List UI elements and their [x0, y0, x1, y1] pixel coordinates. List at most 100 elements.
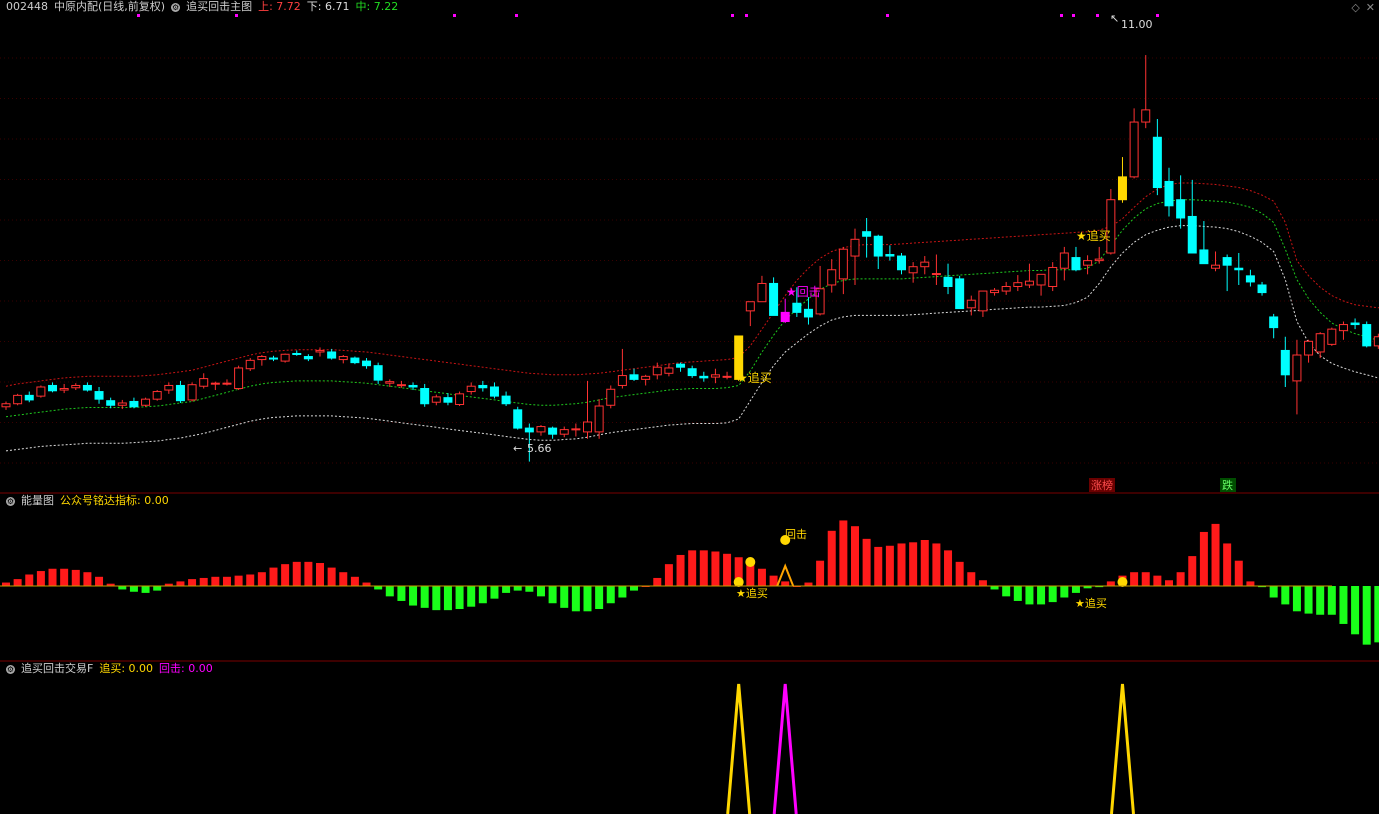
candle[interactable] — [94, 386, 104, 404]
candle[interactable] — [36, 385, 46, 398]
candle[interactable] — [594, 399, 604, 439]
candle[interactable] — [990, 288, 1000, 296]
candle[interactable] — [920, 256, 930, 275]
candle[interactable] — [850, 228, 860, 285]
candle[interactable] — [710, 368, 720, 384]
candle[interactable] — [13, 393, 23, 406]
candle[interactable] — [931, 254, 941, 285]
candle[interactable] — [978, 290, 988, 317]
candle[interactable] — [59, 383, 69, 394]
candle[interactable] — [513, 406, 523, 430]
candle[interactable] — [629, 368, 639, 381]
candle[interactable] — [1304, 339, 1314, 363]
candle[interactable] — [234, 365, 244, 391]
candle[interactable] — [1327, 327, 1337, 346]
candle[interactable] — [559, 426, 569, 438]
candle[interactable] — [199, 373, 209, 389]
candle[interactable] — [1199, 221, 1209, 265]
candle[interactable] — [292, 350, 302, 356]
candle[interactable] — [897, 253, 907, 275]
candle[interactable] — [699, 371, 709, 382]
candle[interactable] — [443, 393, 453, 406]
candle[interactable] — [885, 245, 895, 261]
candle[interactable] — [873, 234, 883, 269]
candle[interactable] — [489, 382, 499, 399]
candle[interactable] — [1257, 281, 1267, 296]
candle[interactable] — [571, 423, 581, 437]
candle[interactable] — [966, 295, 976, 316]
candle[interactable] — [350, 356, 360, 365]
candle[interactable] — [652, 362, 662, 380]
candle[interactable] — [757, 275, 767, 303]
candle[interactable] — [769, 277, 779, 316]
trade-title[interactable]: 追买回击交易F — [21, 662, 93, 675]
candle[interactable] — [641, 374, 651, 386]
candle[interactable] — [257, 355, 267, 366]
candle[interactable] — [455, 391, 465, 407]
restore-icon[interactable]: ◇ — [1351, 1, 1359, 14]
candle[interactable] — [664, 363, 674, 377]
candle[interactable] — [1362, 321, 1372, 348]
candle[interactable] — [268, 355, 278, 362]
candle[interactable] — [606, 385, 616, 409]
candle[interactable] — [164, 382, 174, 394]
close-icon[interactable]: ✕ — [1366, 1, 1375, 14]
candle[interactable] — [722, 371, 732, 380]
candle[interactable] — [129, 397, 139, 409]
candle[interactable] — [838, 246, 848, 295]
candle[interactable] — [1048, 262, 1058, 292]
candle[interactable] — [431, 394, 441, 406]
candle[interactable] — [536, 425, 546, 436]
candle[interactable] — [338, 355, 348, 364]
candle[interactable] — [617, 348, 627, 389]
candle[interactable] — [955, 275, 965, 310]
candle[interactable] — [1001, 281, 1011, 295]
candle[interactable] — [1024, 263, 1034, 289]
candle[interactable] — [362, 358, 372, 369]
candle[interactable] — [1315, 332, 1325, 359]
candle[interactable] — [280, 353, 290, 363]
candle[interactable] — [908, 262, 918, 283]
candle[interactable] — [1222, 254, 1232, 292]
candle[interactable] — [141, 397, 151, 407]
candle[interactable] — [687, 365, 697, 378]
candle[interactable] — [315, 347, 325, 357]
candle[interactable] — [1187, 179, 1197, 254]
candle[interactable] — [1141, 55, 1151, 129]
candle[interactable] — [466, 382, 476, 395]
candle[interactable] — [1152, 119, 1162, 196]
candle[interactable] — [501, 391, 511, 407]
settings-gear-icon[interactable]: ⚙ — [6, 496, 15, 506]
candle[interactable] — [1036, 273, 1046, 296]
candle[interactable] — [745, 301, 755, 327]
candle[interactable] — [548, 426, 558, 439]
candle[interactable] — [24, 391, 34, 403]
energy-title[interactable]: 能量图 — [21, 494, 54, 507]
candlestick-series[interactable] — [1, 55, 1379, 462]
candle[interactable] — [245, 358, 255, 371]
candle[interactable] — [1106, 189, 1116, 255]
candle[interactable] — [1164, 167, 1174, 217]
candle[interactable] — [106, 397, 116, 409]
candle[interactable] — [803, 297, 813, 325]
candle[interactable] — [1234, 253, 1244, 285]
candle[interactable] — [1211, 251, 1221, 272]
candle[interactable] — [327, 348, 337, 360]
candle[interactable] — [1373, 333, 1379, 349]
candle[interactable] — [373, 362, 383, 384]
candle[interactable] — [780, 298, 790, 324]
candle[interactable] — [1129, 108, 1139, 179]
candle[interactable] — [1094, 246, 1104, 264]
candle[interactable] — [408, 382, 418, 391]
candle[interactable] — [1059, 246, 1069, 281]
candle[interactable] — [1, 401, 11, 410]
candle[interactable] — [943, 263, 953, 295]
settings-gear-icon[interactable]: ⚙ — [6, 664, 15, 674]
candle[interactable] — [1245, 269, 1255, 287]
candle[interactable] — [1350, 318, 1360, 330]
candle[interactable] — [175, 380, 185, 403]
candle[interactable] — [862, 217, 872, 258]
candle[interactable] — [48, 382, 58, 393]
candle[interactable] — [210, 381, 220, 391]
stock-chart-canvas[interactable]: 11.00 ↖ 5.66 ← ★追买 ★追买 ★回击 涨榜 跌 回击 ★追买 ★… — [0, 0, 1379, 814]
